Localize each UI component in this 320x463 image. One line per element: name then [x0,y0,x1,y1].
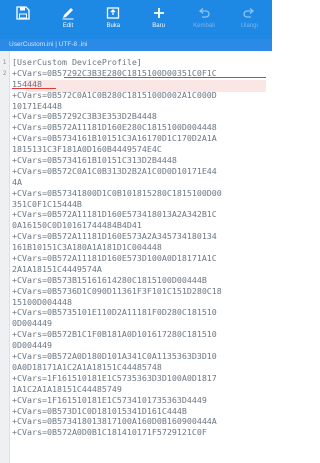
line-number: 2 [2,70,7,77]
highlight-underline [64,77,266,79]
undo-icon [198,8,210,18]
code-line: 1A1C2A1A18151C44485749 [12,383,122,394]
code-line: 4A [12,176,22,187]
edit-icon [62,8,74,20]
code-line: [UserCustom DeviceProfile] [12,57,142,67]
code-line: 0A16150C0D10161744484B4D41 [12,220,142,231]
code-line: +CVars=0B572A0D180D101A341C0A1135363D3D1… [12,351,217,362]
new-button[interactable]: Baru [136,0,181,30]
code-line: 161B10151C3A180A1A181D1C004448 [12,242,162,253]
code-line: 1815131C3F181A0D160B4449574E4C [12,144,162,155]
code-line: +CVars=0B57292C3B3E353D2B4448 [12,111,157,122]
code-line: +CVars=0B573D1C0D181015341D161C444B [12,405,187,416]
code-line: +CVars=0B572A11181D160E573D100A0D18171A1… [12,253,217,264]
code-line: +CVars=0B572B1C1F0B181A0D101617280C18151… [12,329,217,340]
save-icon [16,6,30,20]
line-number-gutter: 1 2 [0,51,10,463]
redo-icon [243,8,255,18]
code-line: 351C0F1C15444B [12,198,82,209]
new-label: Baru [152,23,165,29]
code-line: +CVars=0B572A11181D160E573A2A34573418013… [12,231,217,242]
code-line: +CVars=0B572A0D0B1C181410171F5729121C0F [12,427,207,438]
edit-button[interactable]: Edit [45,0,90,30]
text-editor[interactable]: 1 2 [UserCustom DeviceProfile] +CVars=0B5… [0,51,272,463]
code-line: 10171E4448 [12,100,62,111]
code-line: 0D004449 [12,318,52,329]
redo-button[interactable]: Ulangi [227,0,272,30]
code-line: 0A0D18171A1C2A1A18151C44485748 [12,361,162,372]
code-line: +CVars=0B5734161B10151C313D2B4448 [12,155,177,166]
open-icon [107,7,120,19]
code-content[interactable]: [UserCustom DeviceProfile] +CVars=0B57292… [12,57,267,438]
open-button[interactable]: Buka [91,0,136,30]
code-line: +CVars=0B5734161B10151C3A16170D1C170D2A1… [12,133,217,144]
code-line: 15100D004448 [12,296,72,307]
file-info-bar: UserCustom.ini | UTF-8 .ini [0,39,272,51]
redo-label: Ulangi [240,23,258,29]
open-label: Buka [106,23,121,29]
code-line: +CVars=0B57341800D1C0B101815280C1815100D… [12,187,222,198]
code-line: +CVars=1F161510181E1C5735363D3D100A0D181… [12,372,217,383]
save-button[interactable] [0,0,45,22]
highlight-underline [12,87,56,89]
code-line: 0D004449 [12,340,52,351]
code-line: +CVars=1F161510181E1C5734101735363D4449 [12,394,207,405]
code-line: +CVars=0B573418013817100A160D0B160900444… [12,416,217,427]
code-line: +CVars=0B5736D1C090D11361F3F101C151D280C… [12,285,222,296]
code-line: +CVars=0B5735101E110D2A11181F0D280C18151… [12,307,217,318]
undo-label: Kembali [193,23,215,29]
file-info-text: UserCustom.ini | UTF-8 .ini [9,41,88,48]
code-line: +CVars=0B572A11181D160E573418013A2A342B1… [12,209,217,220]
code-line: +CVars=0B572A11181D160E280C1815100D00444… [12,122,217,133]
line-number: 1 [2,59,7,66]
new-icon [153,8,164,18]
code-line: +CVars=0B572C0A1C0B280C1815100D002A1C000… [12,89,217,100]
code-line: +CVars=0B573B15161614280C1815100D00444B [12,274,207,285]
edit-label: Edit [62,23,74,29]
code-line: +CVars=0B572C0A1C0B313D2B2A1C0D0D10171E4… [12,165,217,176]
toolbar: Edit Buka Baru Kembali Ulangi [0,0,272,39]
undo-button[interactable]: Kembali [181,0,226,30]
code-line: 2A1A18151C4449574A [12,263,102,274]
